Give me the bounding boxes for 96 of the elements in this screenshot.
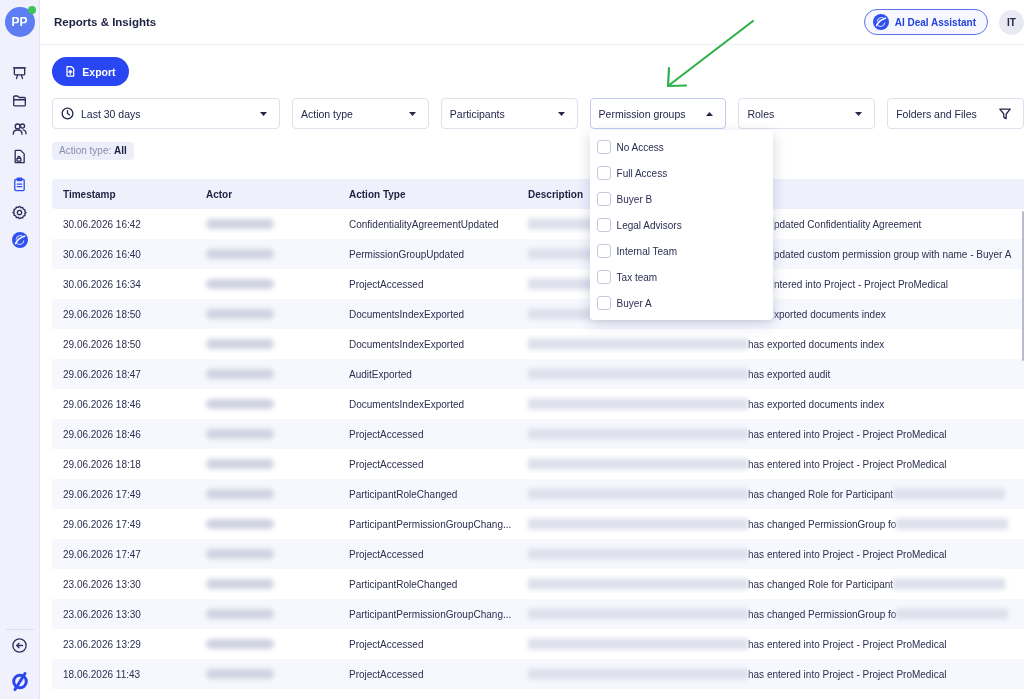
column-header: Timestamp xyxy=(63,188,116,200)
table-cell: ProjectAccessed xyxy=(349,428,424,440)
scrollbar[interactable] xyxy=(1022,211,1024,361)
checkbox[interactable] xyxy=(596,166,611,180)
caret-down-icon xyxy=(260,111,267,116)
table-cell: ParticipantPermissionGroupChang... xyxy=(349,608,512,620)
checkbox[interactable] xyxy=(596,270,611,284)
option-label[interactable]: Internal Team xyxy=(616,245,677,257)
caret-up-icon xyxy=(706,111,714,116)
filter-chip: Action type: All xyxy=(52,142,134,160)
table-cell: ParticipantRoleChanged xyxy=(349,488,458,500)
checkbox[interactable] xyxy=(596,244,611,258)
filter-select[interactable]: Participants xyxy=(440,98,578,129)
folder-icon[interactable] xyxy=(12,92,27,108)
planet-icon[interactable] xyxy=(11,232,28,248)
app-logo-icon xyxy=(9,671,30,691)
table-cell: pdated custom permission group with name - Buyer A xyxy=(774,248,1012,260)
caret-down-icon xyxy=(855,111,863,116)
table-cell: xported documents index xyxy=(774,308,886,320)
user-avatar[interactable]: IT xyxy=(999,9,1024,35)
table-cell: 29.06.2026 18:47 xyxy=(63,368,141,380)
settings-icon[interactable] xyxy=(12,204,27,220)
checkbox[interactable] xyxy=(596,296,611,310)
table-cell: has exported documents index xyxy=(748,338,885,350)
filter-select[interactable]: Roles xyxy=(738,98,876,129)
table-cell: ProjectAccessed xyxy=(349,278,424,290)
table-cell: DocumentsIndexExported xyxy=(349,398,465,410)
table-cell: 30.06.2026 16:42 xyxy=(63,218,141,230)
table-cell: 23.06.2026 13:29 xyxy=(63,638,141,650)
table-cell: has entered into Project - Project ProMedical xyxy=(748,638,947,650)
table-cell: ntered into Project - Project ProMedical xyxy=(774,278,948,290)
table-cell: 29.06.2026 17:49 xyxy=(63,488,141,500)
table-cell: has entered into Project - Project ProMedical xyxy=(748,668,947,680)
table-cell: 18.06.2026 11:43 xyxy=(63,668,141,680)
clipboard-icon[interactable] xyxy=(12,176,27,192)
table-cell: 29.06.2026 18:18 xyxy=(63,458,141,470)
column-header: Description xyxy=(528,188,583,200)
planet-icon xyxy=(872,14,889,30)
table-cell: DocumentsIndexExported xyxy=(349,308,465,320)
table-cell: 23.06.2026 13:30 xyxy=(63,578,141,590)
table-cell: 30.06.2026 16:40 xyxy=(63,248,141,260)
filter-select[interactable]: Action type xyxy=(292,98,429,129)
table-cell: has entered into Project - Project ProMedical xyxy=(748,458,947,470)
caret-down-icon xyxy=(557,111,565,116)
table-cell: 29.06.2026 18:46 xyxy=(63,428,141,440)
table-cell: 30.06.2026 16:34 xyxy=(63,278,141,290)
checkbox[interactable] xyxy=(596,192,611,206)
ai-assistant-button[interactable]: AI Deal Assistant xyxy=(863,9,988,35)
table-cell: has exported audit xyxy=(748,368,831,380)
table-cell: has changed Role for Participant xyxy=(748,578,894,590)
export-button[interactable]: Export xyxy=(52,57,129,86)
option-label[interactable]: Buyer A xyxy=(616,297,652,309)
table-cell: ConfidentialityAgreementUpdated xyxy=(349,218,499,230)
table-cell: AuditExported xyxy=(349,368,412,380)
user-avatar[interactable]: PP xyxy=(4,7,35,37)
table-cell: pdated Confidentiality Agreement xyxy=(774,218,922,230)
table-cell: ProjectAccessed xyxy=(349,548,424,560)
table-cell: ParticipantRoleChanged xyxy=(349,578,458,590)
page-title: Reports & Insights xyxy=(54,16,157,28)
table-cell: 29.06.2026 17:47 xyxy=(63,548,141,560)
table-cell: 23.06.2026 13:30 xyxy=(63,608,141,620)
table-cell: has changed PermissionGroup fo xyxy=(748,518,897,530)
column-header: Action Type xyxy=(349,188,406,200)
option-label[interactable]: Full Access xyxy=(616,167,668,179)
checkbox[interactable] xyxy=(596,218,611,232)
table-cell: 29.06.2026 18:50 xyxy=(63,338,141,350)
column-header: Actor xyxy=(206,188,233,200)
filter-button[interactable]: Folders and Files xyxy=(887,98,1024,129)
table-cell: has entered into Project - Project ProMedical xyxy=(748,548,947,560)
clock-icon xyxy=(61,107,74,120)
table-cell: has entered into Project - Project ProMedical xyxy=(748,428,947,440)
table-cell: PermissionGroupUpdated xyxy=(349,248,465,260)
filter-select[interactable]: Permission groups xyxy=(589,98,727,129)
table-cell: DocumentsIndexExported xyxy=(349,338,465,350)
filter-icon xyxy=(999,107,1011,120)
table-cell: ProjectAccessed xyxy=(349,638,424,650)
option-label[interactable]: Tax team xyxy=(616,271,658,283)
table-cell: ProjectAccessed xyxy=(349,668,424,680)
table-cell: 29.06.2026 18:46 xyxy=(63,398,141,410)
caret-down-icon xyxy=(408,111,416,116)
date-range-select[interactable]: Last 30 days xyxy=(52,98,280,129)
table-cell: has exported documents index xyxy=(748,398,885,410)
option-label[interactable]: No Access xyxy=(616,141,664,153)
table-cell: 29.06.2026 18:50 xyxy=(63,308,141,320)
document-icon xyxy=(65,66,77,77)
document-icon[interactable] xyxy=(12,148,27,164)
table-cell: 29.06.2026 17:49 xyxy=(63,518,141,530)
presentation-board-icon[interactable] xyxy=(12,64,27,80)
table-cell: ParticipantPermissionGroupChang... xyxy=(349,518,512,530)
table-cell: has changed PermissionGroup fo xyxy=(748,608,897,620)
users-icon[interactable] xyxy=(12,120,27,136)
checkbox[interactable] xyxy=(596,140,611,154)
option-label[interactable]: Legal Advisors xyxy=(616,219,682,231)
table-cell: ProjectAccessed xyxy=(349,458,424,470)
table-cell: has changed Role for Participant xyxy=(748,488,894,500)
option-label[interactable]: Buyer B xyxy=(616,193,653,205)
